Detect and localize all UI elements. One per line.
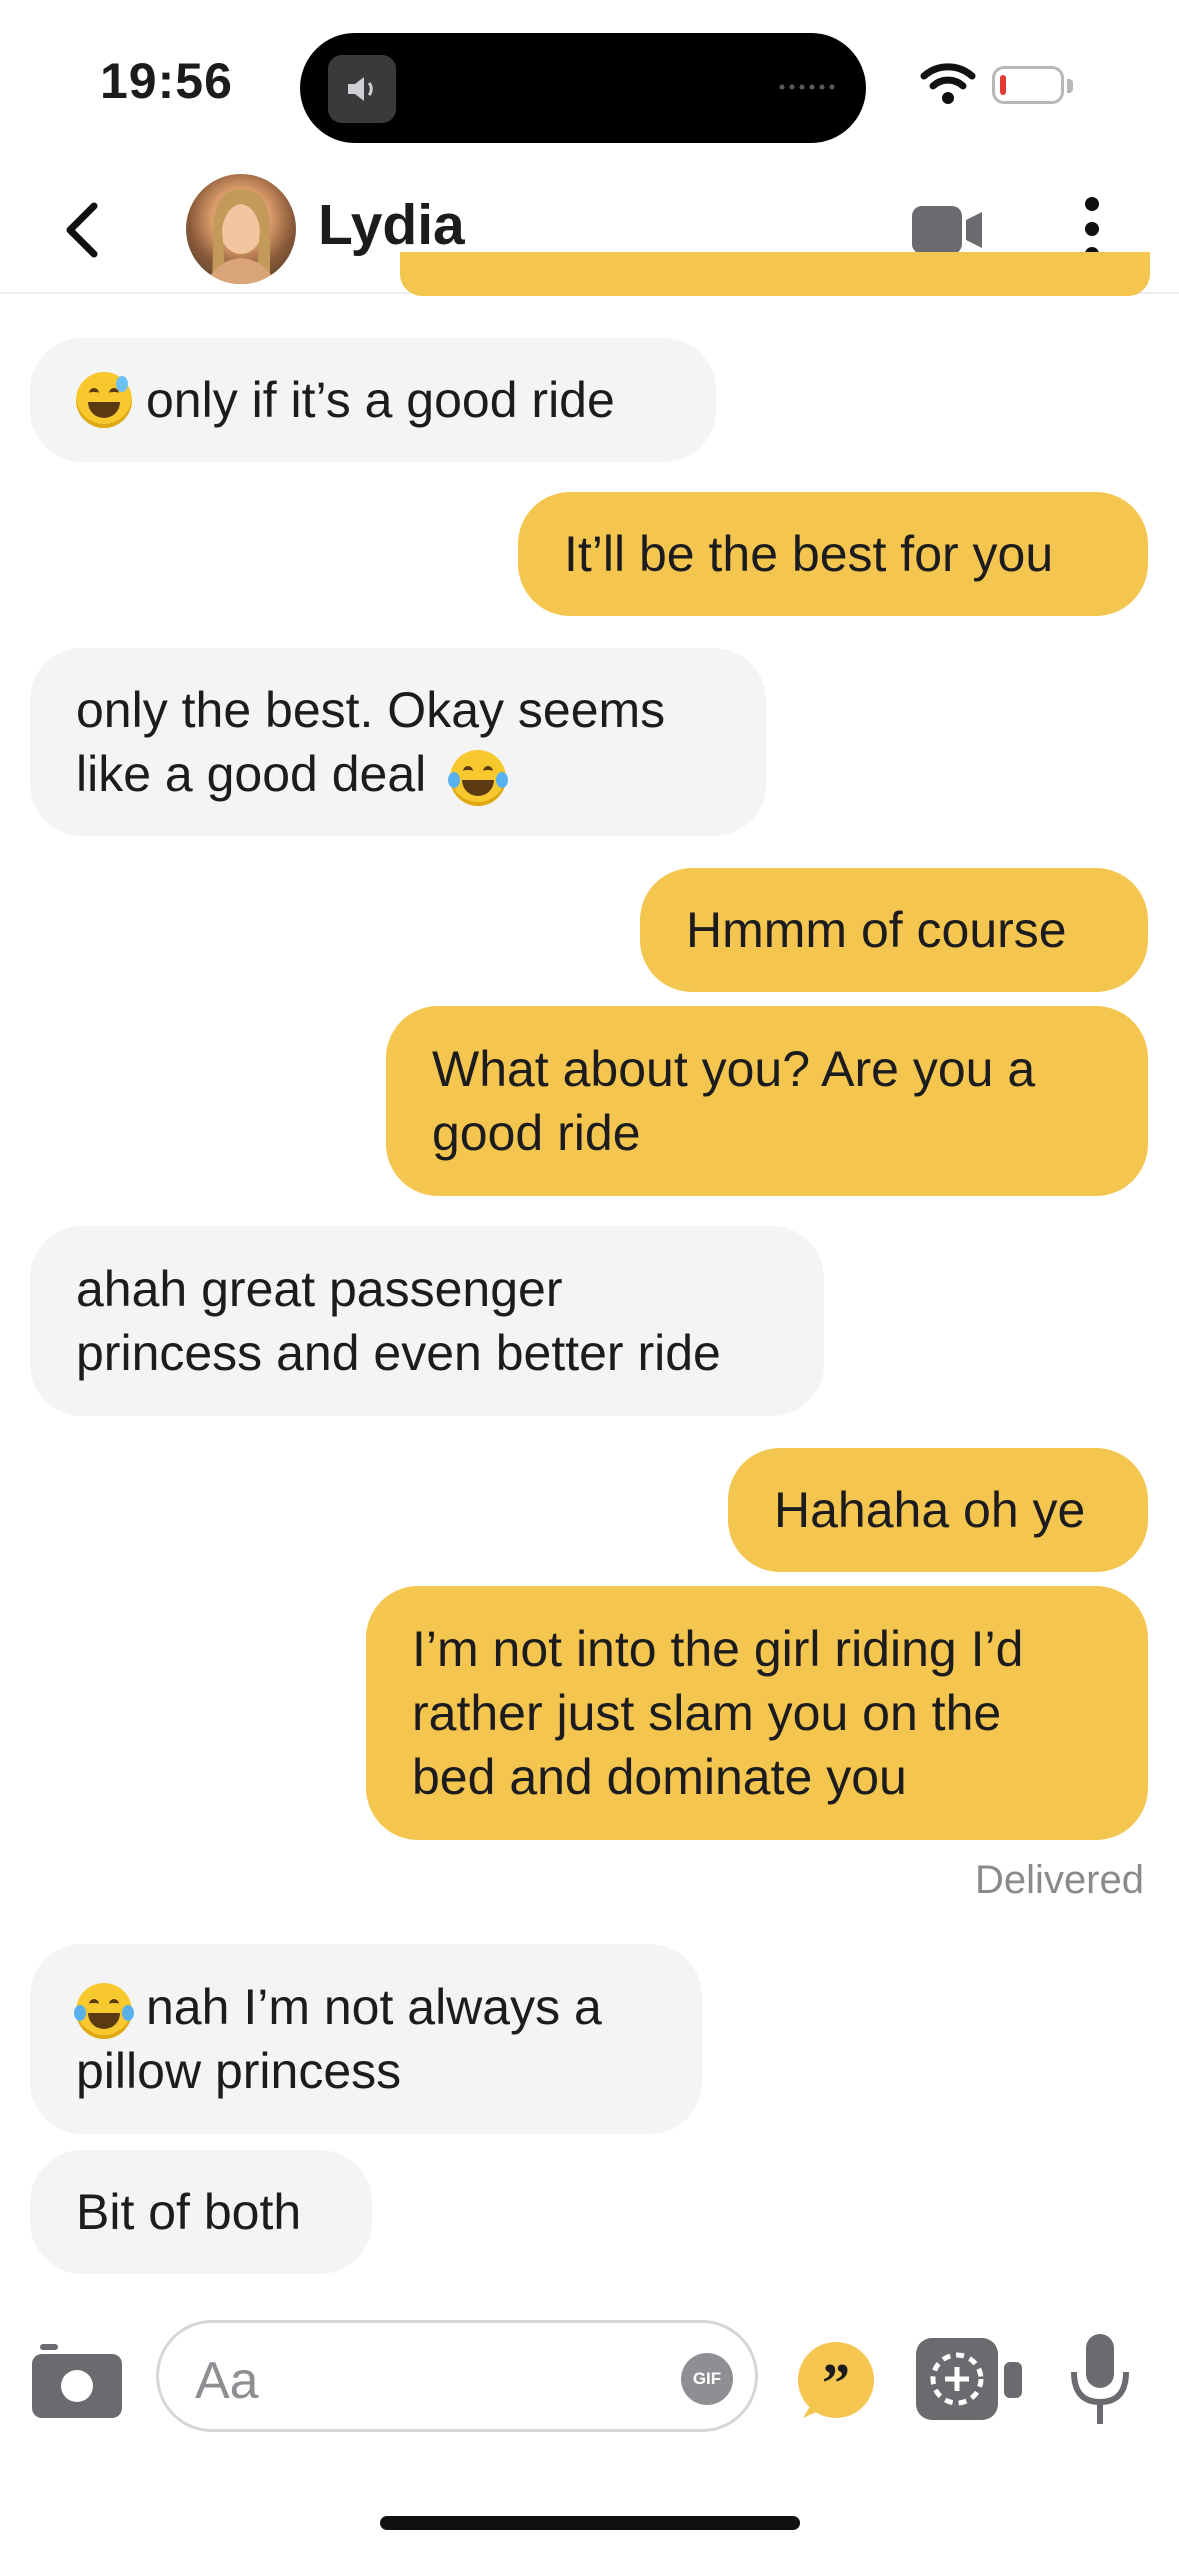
message-bubble-incoming[interactable]: only if it’s a good ride [30,338,716,462]
gif-button[interactable]: GIF [681,2353,733,2405]
tears-of-joy-icon [74,1982,134,2039]
message-text-line: only the best. Okay seems [76,682,666,738]
message-bubble-incoming[interactable]: Bit of both [30,2150,372,2274]
message-text: only if it’s a good ride [146,372,615,428]
sweat-smile-icon [76,372,132,428]
island-dots-icon [779,84,835,90]
battery-tip [1067,79,1073,93]
avatar[interactable] [186,174,296,284]
message-text-line: like a good deal [76,742,509,806]
camera-icon[interactable] [30,2340,124,2422]
add-media-icon[interactable] [914,2336,1026,2422]
opening-line-quote-icon[interactable]: ” [795,2340,877,2422]
message-text-line: nah I’m not always a [74,1975,602,2039]
message-text: It’ll be the best for you [564,526,1054,582]
message-text-line: good ride [432,1105,641,1161]
message-text: Hahaha oh ye [774,1482,1086,1538]
message-text: Hmmm of course [686,902,1067,958]
message-bubble-outgoing[interactable]: It’ll be the best for you [518,492,1148,616]
contact-name[interactable]: Lydia [318,192,465,258]
message-text-line: What about you? Are you a [432,1041,1036,1097]
battery-icon [992,66,1064,104]
delivered-status: Delivered [975,1858,1144,1902]
message-bubble-incoming[interactable]: nah I’m not always a pillow princess [30,1944,702,2134]
speaker-icon [328,55,396,123]
dynamic-island [300,33,866,143]
message-bubble-outgoing[interactable]: Hmmm of course [640,868,1148,992]
video-camera-icon[interactable] [910,204,986,256]
message-text-line: bed and dominate you [412,1749,907,1805]
message-bubble-outgoing-partial [400,252,1150,296]
message-text: Bit of both [76,2184,302,2240]
message-text-line: ahah great passenger [76,1261,563,1317]
status-bar: 19:56 [0,0,1179,170]
microphone-icon[interactable] [1068,2332,1132,2428]
message-text-line: I’m not into the girl riding I’d [412,1621,1024,1677]
message-text-line: princess and even better ride [76,1325,721,1381]
home-indicator [380,2516,800,2530]
tears-of-joy-icon [448,749,509,806]
message-text-line: rather just slam you on the [412,1685,1002,1741]
message-list[interactable]: only if it’s a good ride It’ll be the be… [0,252,1179,2274]
wifi-icon [920,63,976,104]
message-bubble-outgoing[interactable]: What about you? Are you a good ride [386,1006,1148,1196]
message-bubble-outgoing[interactable]: I’m not into the girl riding I’d rather … [366,1586,1148,1840]
message-bubble-incoming[interactable]: ahah great passenger princess and even b… [30,1226,824,1416]
composer-bar: Aa GIF ” [0,2300,1179,2460]
message-text-line: pillow princess [76,2043,402,2099]
message-bubble-incoming[interactable]: only the best. Okay seems like a good de… [30,648,766,836]
message-input[interactable]: Aa GIF [156,2320,758,2432]
message-input-placeholder: Aa [195,2352,259,2410]
status-time: 19:56 [100,53,233,109]
message-bubble-outgoing[interactable]: Hahaha oh ye [728,1448,1148,1572]
battery-level [1000,75,1006,95]
chevron-left-icon[interactable] [60,200,104,260]
svg-text:”: ” [822,2353,850,2415]
